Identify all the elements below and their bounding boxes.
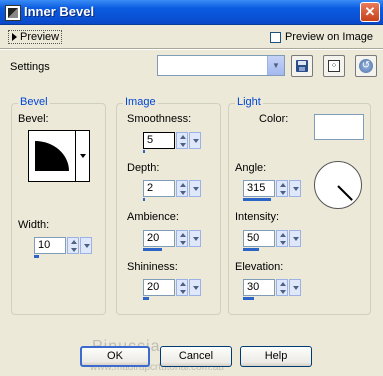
angle-needle-icon <box>337 185 353 201</box>
depth-input[interactable]: 2 <box>143 180 175 197</box>
ambience-input[interactable]: 20 <box>143 230 175 247</box>
bevel-group-title: Bevel <box>18 96 50 108</box>
preview-toggle[interactable]: Preview <box>8 30 62 44</box>
intensity-dropdown[interactable] <box>289 230 301 247</box>
shininess-up-down[interactable] <box>176 279 188 296</box>
width-dropdown[interactable] <box>80 237 92 254</box>
preview-on-image-checkbox[interactable] <box>269 31 281 43</box>
elevation-label: Elevation: <box>235 261 284 273</box>
light-group: Light Color: Angle: 315 Intensity: 50 El… <box>228 96 371 315</box>
randomize-button[interactable]: ⁘ <box>323 55 345 77</box>
reset-button[interactable]: ↺ <box>355 55 377 77</box>
preview-label: Preview <box>20 31 60 43</box>
smoothness-input[interactable]: 5 <box>143 132 175 149</box>
image-group: Image Smoothness: 5 Depth: 2 Ambience: 2… <box>116 96 221 315</box>
shininess-dropdown[interactable] <box>189 279 201 296</box>
angle-label: Angle: <box>235 162 267 174</box>
width-up-down[interactable] <box>67 237 79 254</box>
expand-triangle-icon <box>12 33 17 41</box>
close-icon: ✕ <box>364 4 376 19</box>
settings-dropdown[interactable]: ▼ <box>157 55 285 76</box>
smoothness-up-down[interactable] <box>176 132 188 149</box>
bevel-shape-icon <box>35 141 69 171</box>
cancel-button[interactable]: Cancel <box>160 346 232 367</box>
smoothness-dropdown[interactable] <box>189 132 201 149</box>
width-label: Width: <box>18 219 50 231</box>
ambience-slider-bar[interactable] <box>143 248 162 251</box>
depth-spinner[interactable]: 2 <box>143 180 201 201</box>
ambience-dropdown[interactable] <box>189 230 201 247</box>
shininess-input[interactable]: 20 <box>143 279 175 296</box>
width-input[interactable]: 10 <box>34 237 66 254</box>
angle-slider-bar[interactable] <box>243 198 271 201</box>
settings-label: Settings <box>10 61 50 73</box>
bevel-shape-picker[interactable] <box>28 130 90 182</box>
angle-spinner[interactable]: 315 <box>243 180 301 201</box>
light-color-swatch[interactable] <box>314 114 364 140</box>
depth-dropdown[interactable] <box>189 180 201 197</box>
elevation-input[interactable]: 30 <box>243 279 275 296</box>
depth-up-down[interactable] <box>176 180 188 197</box>
image-group-title: Image <box>123 96 158 108</box>
angle-dial[interactable] <box>314 161 362 209</box>
elevation-spinner[interactable]: 30 <box>243 279 301 300</box>
help-button[interactable]: Help <box>240 346 312 367</box>
depth-label: Depth: <box>127 162 160 174</box>
smoothness-spinner[interactable]: 5 <box>143 132 201 153</box>
angle-dropdown[interactable] <box>289 180 301 197</box>
close-button[interactable]: ✕ <box>360 2 380 22</box>
intensity-label: Intensity: <box>235 211 280 223</box>
save-icon <box>296 60 308 72</box>
smoothness-label: Smoothness: <box>127 113 192 125</box>
intensity-slider-bar[interactable] <box>243 248 259 251</box>
shininess-slider-bar[interactable] <box>143 297 149 300</box>
width-slider-bar[interactable] <box>34 255 39 258</box>
shininess-label: Shininess: <box>127 261 178 273</box>
angle-input[interactable]: 315 <box>243 180 275 197</box>
ok-button[interactable]: OK <box>80 346 150 367</box>
chevron-down-icon <box>79 154 86 158</box>
title-bar[interactable]: Inner Bevel ✕ <box>0 0 383 25</box>
chevron-down-icon[interactable]: ▼ <box>267 56 284 75</box>
elevation-dropdown[interactable] <box>289 279 301 296</box>
bevel-label: Bevel: <box>18 113 49 125</box>
preview-on-image-option[interactable]: Preview on Image <box>269 30 373 44</box>
ambience-label: Ambience: <box>127 211 179 223</box>
elevation-slider-bar[interactable] <box>243 297 254 300</box>
elevation-up-down[interactable] <box>276 279 288 296</box>
width-spinner[interactable]: 10 <box>34 237 92 258</box>
window-title: Inner Bevel <box>24 4 95 19</box>
color-label: Color: <box>259 113 289 125</box>
ambience-up-down[interactable] <box>176 230 188 247</box>
bevel-dropdown-arrow[interactable] <box>75 131 89 181</box>
angle-up-down[interactable] <box>276 180 288 197</box>
intensity-spinner[interactable]: 50 <box>243 230 301 251</box>
reset-icon: ↺ <box>359 59 373 73</box>
shininess-spinner[interactable]: 20 <box>143 279 201 300</box>
light-group-title: Light <box>235 96 263 108</box>
ambience-spinner[interactable]: 20 <box>143 230 201 251</box>
bevel-shape-preview <box>29 131 75 181</box>
intensity-input[interactable]: 50 <box>243 230 275 247</box>
depth-slider-bar[interactable] <box>143 198 145 201</box>
dice-icon: ⁘ <box>328 60 340 72</box>
divider <box>0 48 383 50</box>
intensity-up-down[interactable] <box>276 230 288 247</box>
save-settings-button[interactable] <box>291 55 313 77</box>
smoothness-slider-bar[interactable] <box>143 150 145 153</box>
bevel-group: Bevel Bevel: Width: 10 <box>11 96 106 315</box>
app-icon <box>5 5 21 21</box>
preview-on-image-label: Preview on Image <box>284 31 373 43</box>
